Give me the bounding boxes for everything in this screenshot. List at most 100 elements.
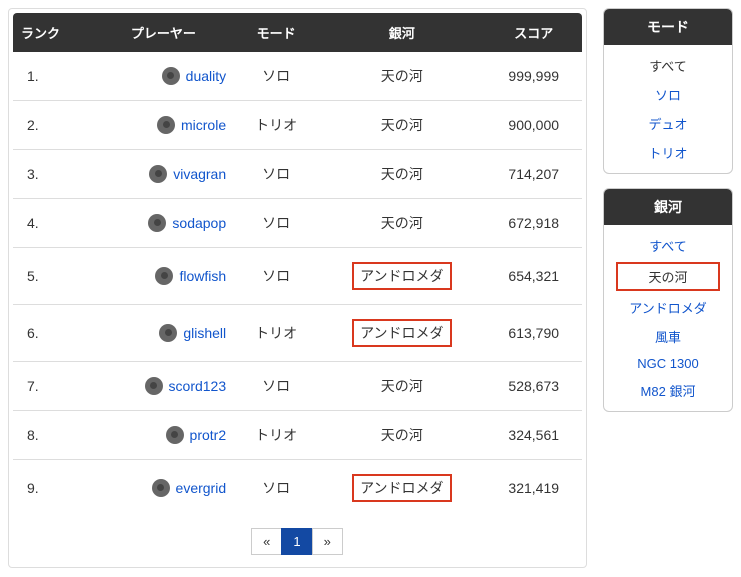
mode-cell: ソロ — [234, 362, 318, 411]
mode-filter-link[interactable]: デュオ — [648, 117, 687, 132]
score-cell: 714,207 — [485, 150, 582, 199]
player-cell: microle — [101, 116, 226, 134]
score-cell: 528,673 — [485, 362, 582, 411]
player-link[interactable]: evergrid — [176, 480, 227, 496]
mode-cell: ソロ — [234, 52, 318, 101]
player-cell: vivagran — [101, 165, 226, 183]
rank-cell: 8. — [13, 411, 93, 460]
avatar-icon — [159, 324, 177, 342]
player-link[interactable]: flowfish — [179, 268, 226, 284]
galaxy-filter-item[interactable]: 天の河 — [616, 262, 720, 291]
mode-filter-link[interactable]: トリオ — [648, 146, 687, 161]
player-link[interactable]: protr2 — [190, 427, 227, 443]
player-link[interactable]: vivagran — [173, 166, 226, 182]
avatar-icon — [162, 67, 180, 85]
table-row: 8.protr2トリオ天の河324,561 — [13, 411, 582, 460]
score-cell: 999,999 — [485, 52, 582, 101]
table-row: 3.vivagranソロ天の河714,207 — [13, 150, 582, 199]
galaxy-filter-item[interactable]: すべて — [608, 231, 728, 260]
leaderboard-table: ランク プレーヤー モード 銀河 スコア 1.dualityソロ天の河999,9… — [13, 13, 582, 516]
player-cell: scord123 — [101, 377, 226, 395]
galaxy-filter-item[interactable]: M82 銀河 — [608, 376, 728, 405]
score-cell: 654,321 — [485, 248, 582, 305]
table-row: 6.glishellトリオアンドロメダ613,790 — [13, 305, 582, 362]
avatar-icon — [152, 479, 170, 497]
pager-prev[interactable]: « — [251, 528, 282, 555]
mode-cell: ソロ — [234, 460, 318, 517]
player-link[interactable]: duality — [186, 68, 226, 84]
player-cell: duality — [101, 67, 226, 85]
mode-cell: トリオ — [234, 411, 318, 460]
pager-current[interactable]: 1 — [281, 528, 312, 555]
galaxy-cell-wrap: 天の河 — [318, 150, 485, 199]
mode-filter-title: モード — [604, 9, 732, 45]
player-link[interactable]: glishell — [183, 325, 226, 341]
mode-cell: トリオ — [234, 305, 318, 362]
galaxy-cell: アンドロメダ — [352, 319, 451, 347]
mode-filter-item[interactable]: ソロ — [608, 80, 728, 109]
table-row: 2.microleトリオ天の河900,000 — [13, 101, 582, 150]
avatar-icon — [157, 116, 175, 134]
mode-filter-item[interactable]: トリオ — [608, 138, 728, 167]
score-cell: 672,918 — [485, 199, 582, 248]
score-cell: 900,000 — [485, 101, 582, 150]
rank-cell: 4. — [13, 199, 93, 248]
mode-filter-link[interactable]: ソロ — [655, 88, 681, 103]
player-cell: flowfish — [101, 267, 226, 285]
galaxy-cell-wrap: 天の河 — [318, 199, 485, 248]
table-row: 5. flowfish ソロ アンドロメダ 654,321 — [13, 248, 582, 305]
avatar-icon — [149, 165, 167, 183]
galaxy-cell-wrap: 天の河 — [318, 101, 485, 150]
galaxy-cell: アンドロメダ — [352, 474, 451, 502]
galaxy-filter-link[interactable]: アンドロメダ — [629, 301, 706, 316]
galaxy-filter-item[interactable]: アンドロメダ — [608, 293, 728, 322]
galaxy-cell: アンドロメダ — [352, 262, 451, 290]
col-rank: ランク — [13, 13, 93, 52]
score-cell: 321,419 — [485, 460, 582, 517]
galaxy-cell-wrap: 天の河 — [318, 52, 485, 101]
galaxy-cell-wrap: アンドロメダ — [318, 248, 485, 305]
mode-filter-item[interactable]: すべて — [608, 51, 728, 80]
col-mode: モード — [234, 13, 318, 52]
pager: « 1 » — [13, 528, 582, 555]
rank-cell: 7. — [13, 362, 93, 411]
leaderboard-panel: ランク プレーヤー モード 銀河 スコア 1.dualityソロ天の河999,9… — [8, 8, 587, 568]
galaxy-filter-link[interactable]: NGC 1300 — [637, 356, 698, 371]
galaxy-filter-link[interactable]: 風車 — [655, 330, 681, 345]
rank-cell: 5. — [13, 248, 93, 305]
player-cell: sodapop — [101, 214, 226, 232]
galaxy-filter-link[interactable]: M82 銀河 — [641, 384, 696, 399]
galaxy-cell-wrap: 天の河 — [318, 362, 485, 411]
table-row: 7. scord123 ソロ天の河528,673 — [13, 362, 582, 411]
col-player: プレーヤー — [93, 13, 234, 52]
col-galaxy: 銀河 — [318, 13, 485, 52]
galaxy-filter-link[interactable]: すべて — [649, 239, 687, 254]
galaxy-cell-wrap: アンドロメダ — [318, 305, 485, 362]
player-cell: evergrid — [101, 479, 226, 497]
galaxy-cell-wrap: アンドロメダ — [318, 460, 485, 517]
rank-cell: 2. — [13, 101, 93, 150]
score-cell: 324,561 — [485, 411, 582, 460]
rank-cell: 6. — [13, 305, 93, 362]
galaxy-filter-item[interactable]: 風車 — [608, 322, 728, 351]
avatar-icon — [145, 377, 163, 395]
mode-cell: ソロ — [234, 248, 318, 305]
player-cell: glishell — [101, 324, 226, 342]
table-row: 4. sodapop ソロ天の河672,918 — [13, 199, 582, 248]
galaxy-filter-item[interactable]: NGC 1300 — [608, 351, 728, 376]
pager-next[interactable]: » — [312, 528, 343, 555]
player-link[interactable]: scord123 — [169, 378, 227, 394]
table-row: 9.evergridソロアンドロメダ321,419 — [13, 460, 582, 517]
col-score: スコア — [485, 13, 582, 52]
rank-cell: 3. — [13, 150, 93, 199]
galaxy-filter-panel: 銀河 すべて天の河アンドロメダ風車 NGC 1300 M82 銀河 — [603, 188, 733, 412]
avatar-icon — [155, 267, 173, 285]
mode-cell: ソロ — [234, 199, 318, 248]
mode-filter-item[interactable]: デュオ — [608, 109, 728, 138]
mode-filter-panel: モード すべてソロデュオトリオ — [603, 8, 733, 174]
galaxy-filter-title: 銀河 — [604, 189, 732, 225]
player-link[interactable]: sodapop — [172, 215, 226, 231]
player-cell: protr2 — [101, 426, 226, 444]
rank-cell: 1. — [13, 52, 93, 101]
player-link[interactable]: microle — [181, 117, 226, 133]
